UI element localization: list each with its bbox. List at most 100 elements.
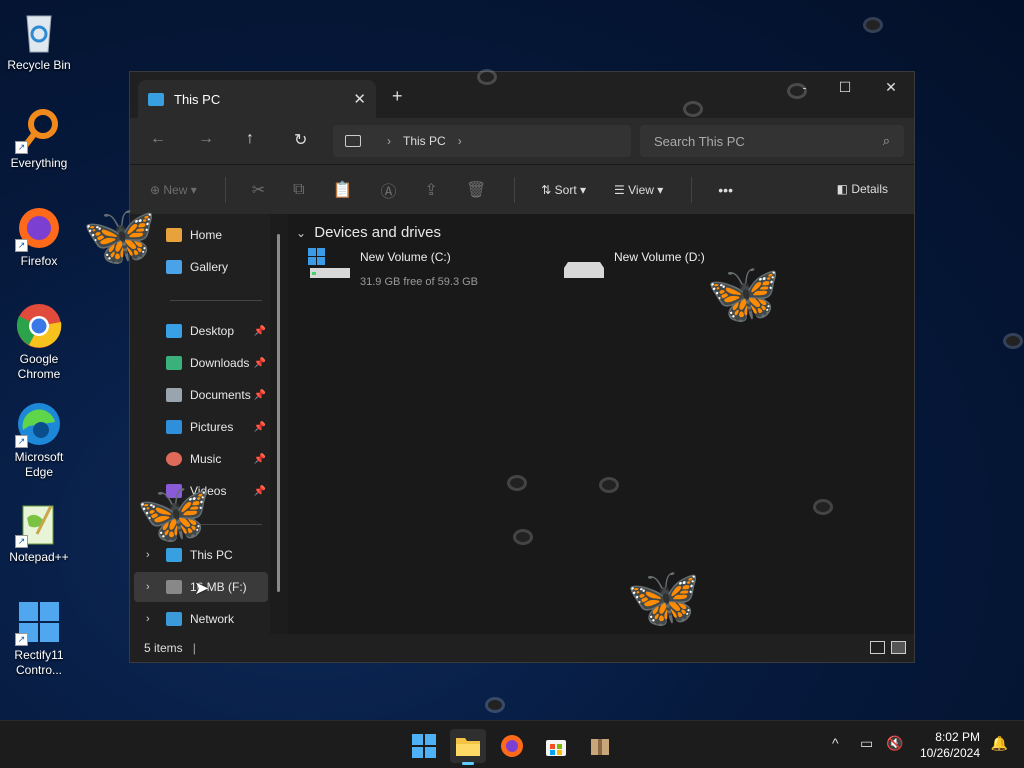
search-input[interactable]: Search This PC ⌕	[640, 125, 904, 157]
content-pane: ⌄ Devices and drives New Volume (C:) 31.…	[288, 214, 914, 634]
taskbar: ^ ▭ 🔇 8:02 PM 10/26/2024 🔔	[0, 720, 1024, 768]
pin-icon[interactable]: 📌	[254, 486, 266, 497]
address-bar[interactable]: › This PC ›	[333, 125, 631, 157]
shortcut-arrow-icon: ↗	[15, 239, 28, 252]
copy-icon[interactable]: ⧉	[293, 181, 304, 199]
divider	[514, 176, 516, 203]
fly-decoration	[686, 104, 700, 114]
up-arrow-icon[interactable]: ↑	[246, 130, 254, 148]
fly-decoration	[602, 480, 616, 490]
back-arrow-icon[interactable]: ←	[150, 130, 166, 148]
desktop-icon-label: Google Chrome	[17, 352, 61, 381]
view-label: View	[628, 182, 654, 197]
sort-button[interactable]: ⇅ Sort ▾	[541, 183, 586, 197]
desktop-icon-notepad-plus-plus[interactable]: ↗ Notepad++	[0, 500, 78, 565]
forward-arrow-icon[interactable]: →	[198, 130, 214, 148]
delete-icon[interactable]: 🗑	[466, 180, 486, 200]
scrollbar-thumb[interactable]	[277, 234, 280, 592]
new-button[interactable]: ⊕ New ▾	[150, 183, 197, 197]
windows-logo-icon	[412, 734, 436, 758]
nav-item-downloads[interactable]: Downloads 📌	[134, 348, 268, 378]
desktop-icon-everything[interactable]: ↗ Everything	[0, 106, 78, 171]
large-icons-view-icon[interactable]	[891, 641, 906, 654]
divider	[224, 176, 226, 203]
navigation-pane: Home Gallery Desktop 📌 Downloads 📌 Docum…	[130, 214, 288, 634]
windows-drive-icon	[308, 248, 352, 284]
desktop-icon-label: Firefox	[20, 254, 58, 268]
nav-item-desktop[interactable]: Desktop 📌	[134, 316, 268, 346]
shortcut-arrow-icon: ↗	[15, 141, 28, 154]
breadcrumb-this-pc[interactable]: This PC	[403, 134, 446, 148]
tab-title: This PC	[174, 91, 221, 107]
desktop-icon-rectify11-control[interactable]: ↗ Rectify11 Contro...	[0, 598, 78, 678]
rename-icon[interactable]: Ⓐ	[381, 178, 397, 202]
package-icon	[591, 739, 609, 755]
tab-this-pc[interactable]: This PC ✕	[138, 80, 376, 118]
chevron-right-icon[interactable]: ›	[146, 581, 150, 593]
taskbar-store[interactable]	[538, 729, 574, 763]
close-tab-icon[interactable]: ✕	[353, 90, 366, 108]
everything-search-icon: ↗	[15, 106, 63, 154]
pin-icon[interactable]: 📌	[254, 390, 266, 401]
notification-bell-icon[interactable]: 🔔	[991, 735, 1008, 752]
active-indicator	[462, 762, 474, 765]
nav-label: Documents	[190, 388, 251, 402]
monitor-icon	[345, 135, 361, 147]
desktop-icon-recycle-bin[interactable]: Recycle Bin	[0, 8, 78, 73]
cut-icon[interactable]: ✂	[252, 180, 265, 200]
downloads-icon	[166, 356, 182, 370]
details-label: Details	[851, 182, 888, 196]
network-icon	[166, 612, 182, 626]
details-view-icon[interactable]	[870, 641, 885, 654]
nav-item-network[interactable]: › Network	[134, 604, 268, 634]
close-button[interactable]: ✕	[868, 72, 914, 102]
taskbar-file-explorer[interactable]	[450, 729, 486, 765]
fly-decoration	[488, 700, 502, 710]
tray-overflow-chevron[interactable]: ^	[832, 735, 839, 751]
chevron-right-icon[interactable]: ›	[146, 613, 150, 625]
command-bar: ⊕ New ▾ ✂ ⧉ 📋 Ⓐ ⇪ 🗑 ⇅ Sort ▾ ☰ View ▾ ••…	[130, 164, 914, 214]
nav-label: Pictures	[190, 420, 234, 434]
chevron-right-icon[interactable]: ›	[146, 549, 150, 561]
paste-icon[interactable]: 📋	[333, 180, 353, 200]
notepad-plus-plus-icon: ↗	[15, 500, 63, 548]
start-button[interactable]	[406, 729, 442, 763]
group-header-devices[interactable]: ⌄ Devices and drives	[296, 224, 441, 241]
fly-decoration	[790, 86, 804, 96]
fly-decoration	[816, 502, 830, 512]
clock[interactable]: 8:02 PM 10/26/2024	[920, 729, 980, 761]
usb-drive-icon	[166, 580, 182, 594]
network-status-icon[interactable]: ▭	[860, 735, 873, 752]
new-tab-button[interactable]: +	[392, 86, 403, 107]
desktop-icon-firefox[interactable]: ↗ Firefox	[0, 204, 78, 269]
volume-muted-icon[interactable]: 🔇	[886, 735, 903, 752]
pin-icon[interactable]: 📌	[254, 454, 266, 465]
chevron-right-icon[interactable]: ›	[458, 134, 462, 148]
view-button[interactable]: ☰ View ▾	[614, 183, 663, 197]
nav-item-pictures[interactable]: Pictures 📌	[134, 412, 268, 442]
nav-item-documents[interactable]: Documents 📌	[134, 380, 268, 410]
more-options-button[interactable]: •••	[718, 182, 733, 198]
pin-icon[interactable]: 📌	[254, 358, 266, 369]
maximize-button[interactable]: ☐	[822, 72, 868, 102]
details-button[interactable]: ◧ Details	[837, 182, 888, 196]
nav-item-music[interactable]: Music 📌	[134, 444, 268, 474]
taskbar-firefox[interactable]	[494, 729, 530, 763]
share-icon[interactable]: ⇪	[425, 180, 438, 200]
nav-label: Home	[190, 228, 223, 242]
file-explorer-window: This PC ✕ + — ☐ ✕ ← → ↑ ↻ › This PC › Se…	[129, 71, 915, 663]
nav-divider	[170, 300, 262, 301]
new-label: New	[163, 182, 188, 197]
desktop-icon-edge[interactable]: ↗ Microsoft Edge	[0, 400, 78, 480]
drive-item-d[interactable]: New Volume (D:)	[562, 248, 705, 284]
desktop-icon-chrome[interactable]: Google Chrome	[0, 302, 78, 382]
desktop-icon-label: Rectify11 Contro...	[14, 648, 64, 677]
shortcut-arrow-icon: ↗	[15, 435, 28, 448]
taskbar-package-app[interactable]	[582, 729, 618, 763]
nav-scrollbar[interactable]	[270, 214, 288, 634]
pin-icon[interactable]: 📌	[254, 422, 266, 433]
drive-item-c[interactable]: New Volume (C:) 31.9 GB free of 59.3 GB	[308, 248, 478, 288]
pin-icon[interactable]: 📌	[254, 326, 266, 337]
nav-label: Desktop	[190, 324, 235, 338]
refresh-icon[interactable]: ↻	[294, 130, 307, 150]
